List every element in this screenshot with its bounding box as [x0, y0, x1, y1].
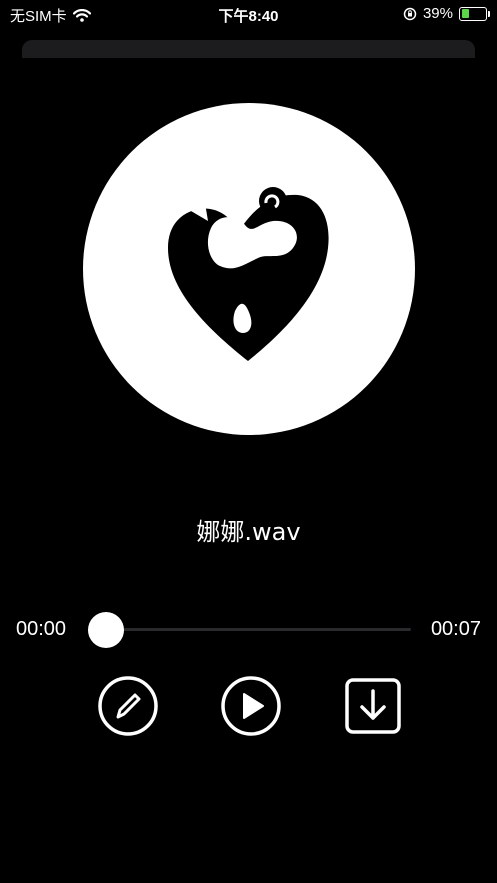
progress-slider[interactable] [106, 628, 411, 631]
download-button[interactable] [343, 676, 403, 736]
heart-shape [168, 194, 329, 361]
battery-percent: 39% [422, 5, 453, 22]
pencil-icon [98, 676, 158, 736]
status-right: 39% [403, 5, 490, 22]
orientation-lock-icon [403, 7, 417, 20]
battery-fill [461, 9, 470, 18]
sheet-handle-area[interactable] [22, 40, 475, 58]
file-name: 娜娜.wav [196, 518, 301, 546]
download-icon [345, 678, 401, 734]
play-button[interactable] [221, 676, 281, 736]
battery-icon [459, 6, 490, 21]
app-logo [168, 187, 329, 361]
logo-spiral [259, 187, 287, 215]
play-icon [221, 676, 281, 736]
album-artwork [83, 103, 415, 435]
edit-button[interactable] [98, 676, 158, 736]
status-bar: 无SIM卡 下午8:40 39% [0, 0, 497, 28]
current-time: 00:00 [16, 618, 67, 640]
battery-nub [488, 10, 490, 17]
slider-thumb[interactable] [88, 612, 124, 648]
total-time: 00:07 [430, 618, 481, 640]
